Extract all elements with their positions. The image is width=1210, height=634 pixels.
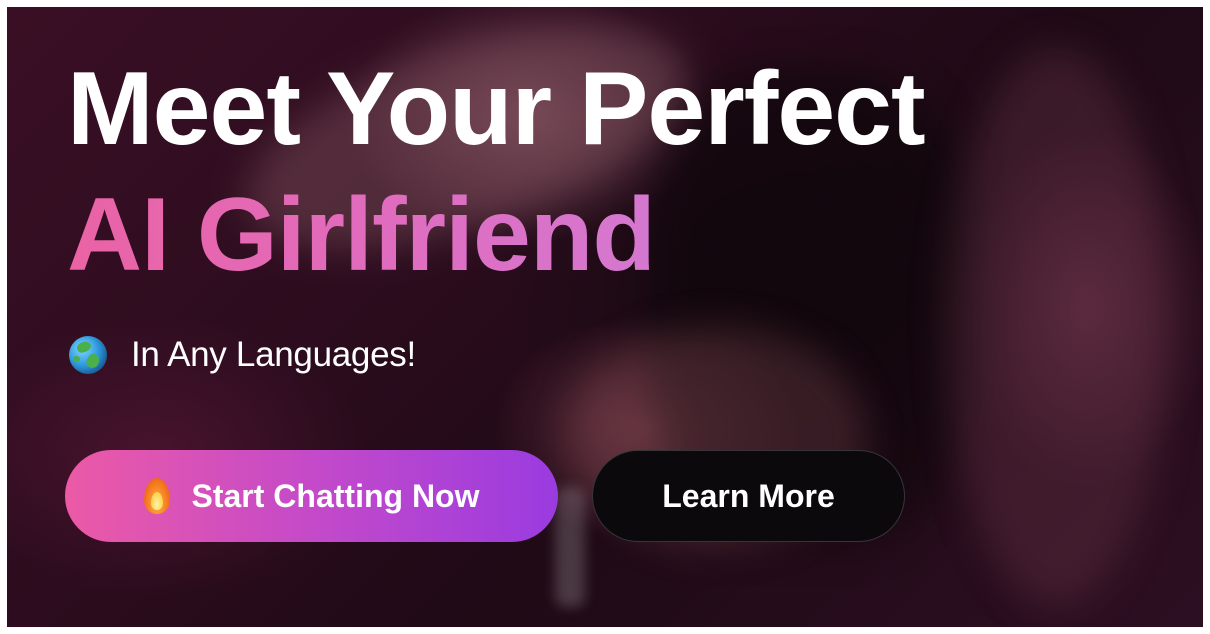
start-chatting-label: Start Chatting Now — [191, 477, 480, 514]
tagline: In Any Languages! — [69, 335, 416, 375]
fire-icon — [143, 478, 170, 514]
tagline-text: In Any Languages! — [131, 335, 416, 374]
hero-title-line-2: AI Girlfriend — [67, 177, 656, 293]
globe-icon — [69, 336, 107, 374]
hero-title-line-1: Meet Your Perfect — [67, 51, 926, 167]
start-chatting-button[interactable]: Start Chatting Now — [65, 450, 558, 542]
hero-section: Meet Your Perfect AI Girlfriend In Any L… — [7, 7, 1203, 627]
learn-more-button[interactable]: Learn More — [592, 450, 905, 542]
learn-more-label: Learn More — [662, 477, 835, 514]
hero-content: Meet Your Perfect AI Girlfriend In Any L… — [7, 7, 1203, 627]
